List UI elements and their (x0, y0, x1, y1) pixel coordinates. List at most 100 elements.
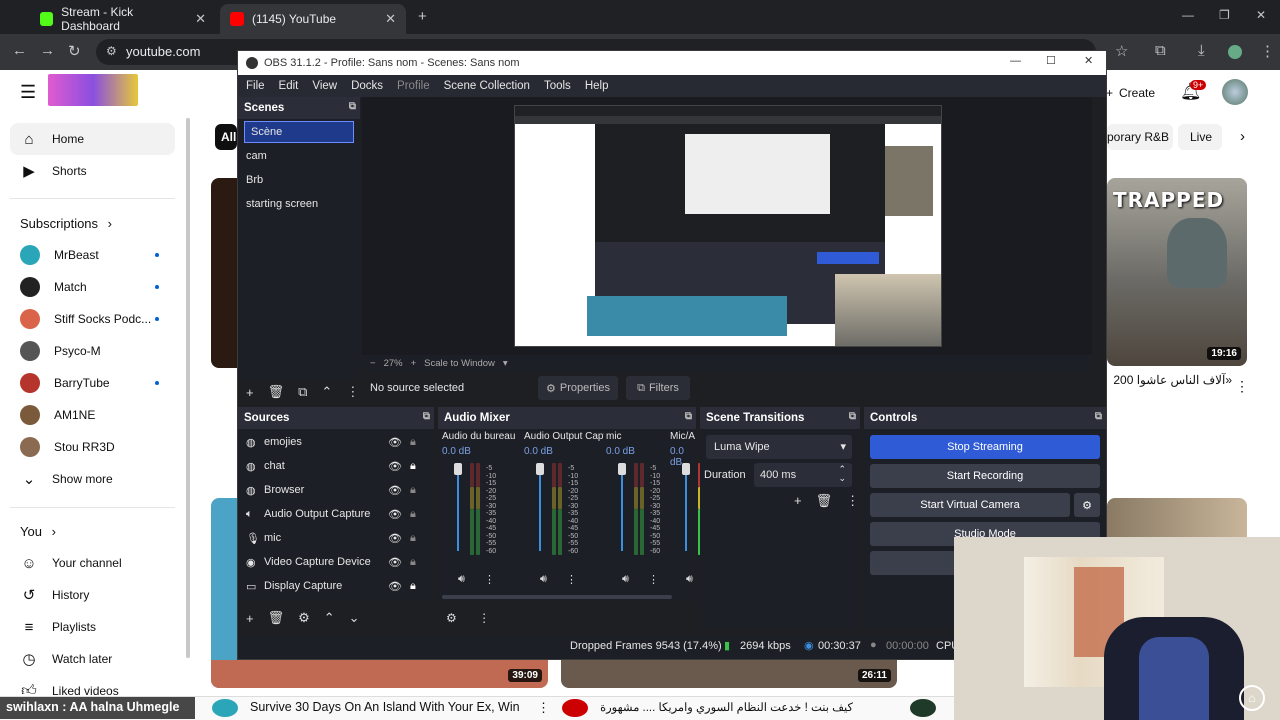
more-actions-icon[interactable]: ⋮ (1235, 378, 1249, 395)
source-item[interactable]: ◍ chat 👁︎ 🔒︎ (240, 455, 430, 477)
video-thumbnail[interactable] (211, 178, 237, 368)
show-more-button[interactable]: ⌄ Show more (10, 463, 175, 495)
stepper-icon[interactable]: ⌃ ⌄ (838, 465, 846, 483)
lock-icon[interactable]: 🔒︎ (410, 436, 416, 449)
properties-button[interactable]: ⚙ Properties (538, 376, 618, 400)
minimize-icon[interactable]: — (1010, 55, 1021, 67)
lock-icon[interactable]: 🔒︎ (410, 484, 416, 497)
virtual-camera-settings-button[interactable]: ⚙ (1074, 493, 1100, 517)
new-tab-icon[interactable]: + (418, 8, 427, 25)
source-item[interactable]: 🎙︎ mic 👁︎ 🔒︎ (240, 527, 430, 549)
scene-item[interactable]: Brb (240, 169, 354, 191)
volume-fader[interactable] (682, 463, 690, 475)
video-thumbnail-trapped[interactable]: TRAPPED 19:16 (1107, 178, 1247, 366)
source-item[interactable]: ◉ Video Capture Device 👁︎ 🔒︎ (240, 551, 430, 573)
eye-icon[interactable]: 👁︎ (388, 436, 402, 449)
chip-all[interactable]: All (215, 124, 237, 150)
forward-icon[interactable]: → (40, 42, 55, 59)
channel-menu-icon[interactable]: ⋮ (484, 573, 495, 586)
video-thumbnail-bottom[interactable]: 39:09 (211, 660, 548, 688)
undock-icon[interactable]: ⧉ (849, 411, 856, 422)
chip-next-icon[interactable]: › (1240, 128, 1245, 145)
mute-icon[interactable]: 🔊︎ (686, 573, 693, 586)
tab-kick[interactable]: Stream - Kick Dashboard ✕ (30, 4, 216, 34)
transition-select[interactable]: Luma Wipe ▾ (706, 435, 852, 459)
eye-icon[interactable]: 👁︎ (388, 580, 402, 593)
source-properties-icon[interactable]: ⚙ (298, 610, 310, 626)
add-transition-icon[interactable]: + (794, 493, 802, 509)
obs-menu-item[interactable]: View (312, 80, 337, 92)
account-avatar[interactable] (1222, 79, 1248, 105)
maximize-icon[interactable]: ☐ (1046, 54, 1056, 67)
source-item[interactable]: ▭ Display Capture 👁︎ 🔒︎ (240, 575, 430, 597)
close-window-icon[interactable]: ✕ (1256, 8, 1266, 22)
start-virtual-camera-button[interactable]: Start Virtual Camera (870, 493, 1070, 517)
restore-icon[interactable]: ❐ (1219, 8, 1230, 22)
source-item[interactable]: ◍ Browser 👁︎ 🔒︎ (240, 479, 430, 501)
preview-area[interactable] (362, 97, 1092, 355)
filters-button[interactable]: ⧉ Filters (626, 376, 690, 400)
obs-menu-item[interactable]: Help (585, 80, 609, 92)
mute-icon[interactable]: 🔊︎ (622, 573, 629, 586)
undock-icon[interactable]: ⧉ (349, 101, 356, 112)
obs-menu-item[interactable]: Docks (351, 80, 383, 92)
lock-icon[interactable]: 🔒︎ (410, 556, 416, 569)
close-tab-icon[interactable]: ✕ (385, 11, 396, 27)
sidebar-item-subscription[interactable]: MrBeast (10, 239, 175, 271)
chip-rnb[interactable]: porary R&B (1107, 124, 1173, 150)
reload-icon[interactable]: ↻ (68, 42, 81, 60)
fader-track[interactable] (457, 475, 459, 551)
source-item[interactable]: 🔈︎ Audio Output Capture 👁︎ 🔒︎ (240, 503, 430, 525)
sidebar-item-subscription[interactable]: Stou RR3D (10, 431, 175, 463)
obs-menu-item[interactable]: Tools (544, 80, 571, 92)
undock-icon[interactable]: ⧉ (1095, 411, 1102, 422)
bookmark-star-icon[interactable]: ☆ (1115, 42, 1128, 60)
advanced-audio-icon[interactable]: ⚙ (446, 611, 457, 625)
scale-to-window[interactable]: Scale to Window (424, 358, 495, 369)
back-icon[interactable]: ← (12, 42, 27, 59)
chip-live[interactable]: Live (1178, 124, 1222, 150)
sidebar-item-you[interactable]: ↺ History (10, 579, 175, 611)
undock-icon[interactable]: ⧉ (423, 411, 430, 422)
hamburger-menu-icon[interactable]: ☰ (20, 82, 36, 103)
tab-youtube[interactable]: (1145) YouTube ✕ (220, 4, 406, 34)
sidebar-item-you[interactable]: ≡ Playlists (10, 611, 175, 643)
channel-avatar[interactable] (910, 699, 936, 717)
sidebar-scrollbar[interactable] (186, 118, 190, 658)
site-info-icon[interactable]: ⚙ (106, 44, 117, 58)
sidebar-item-subscription[interactable]: Psyco-M (10, 335, 175, 367)
preview-canvas[interactable] (514, 105, 942, 347)
channel-avatar[interactable] (562, 699, 588, 717)
video-thumbnail[interactable] (1107, 498, 1247, 538)
lock-icon[interactable]: 🔒︎ (410, 580, 416, 593)
move-up-icon[interactable]: ⌃ (324, 610, 335, 626)
zoom-in-icon[interactable]: + (411, 358, 417, 369)
duration-input[interactable]: 400 ms ⌃ ⌄ (754, 463, 852, 487)
fader-track[interactable] (685, 475, 687, 551)
start-recording-button[interactable]: Start Recording (870, 464, 1100, 488)
youtube-doodle-logo[interactable] (48, 74, 138, 106)
volume-fader[interactable] (454, 463, 462, 475)
extensions-icon[interactable]: ⧉ (1155, 42, 1166, 59)
remove-source-icon[interactable]: 🗑︎ (268, 610, 285, 626)
more-icon[interactable]: ⋮ (346, 384, 359, 400)
sidebar-item-you[interactable]: ◷ Watch later (10, 643, 175, 675)
volume-fader[interactable] (618, 463, 626, 475)
sidebar-item-subscription[interactable]: Match (10, 271, 175, 303)
mixer-scrollbar[interactable] (442, 595, 672, 599)
undock-icon[interactable]: ⧉ (685, 411, 692, 422)
lock-icon[interactable]: 🔒︎ (410, 532, 416, 545)
more-icon[interactable]: ⋮ (846, 493, 859, 509)
chevron-down-icon[interactable]: ▾ (503, 358, 508, 369)
profile-avatar[interactable] (1228, 45, 1242, 59)
scene-item[interactable]: cam (240, 145, 354, 167)
scene-filters-icon[interactable]: ⧉ (298, 384, 307, 400)
channel-avatar[interactable] (212, 699, 238, 717)
zoom-out-icon[interactable]: − (370, 358, 376, 369)
eye-icon[interactable]: 👁︎ (388, 532, 402, 545)
mute-icon[interactable]: 🔊︎ (540, 573, 547, 586)
channel-menu-icon[interactable]: ⋮ (648, 573, 659, 586)
move-up-icon[interactable]: ⌃ (321, 384, 332, 400)
lock-icon[interactable]: 🔒︎ (410, 508, 416, 521)
sidebar-item-subscription[interactable]: Stiff Socks Podc... (10, 303, 175, 335)
